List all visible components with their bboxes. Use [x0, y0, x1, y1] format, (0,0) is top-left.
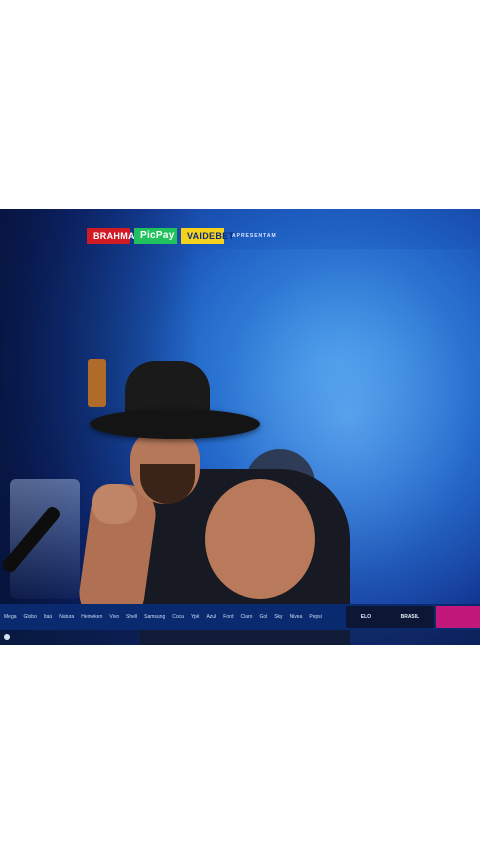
- sponsor-row: BRAHMA PicPay VAIDEBET APRESENTAM: [87, 227, 283, 244]
- performer-shoulder: [205, 479, 315, 599]
- sponsor-picpay: PicPay: [134, 227, 177, 244]
- banner-elo: ELO: [360, 614, 372, 620]
- partner-logo: Samsung: [144, 614, 166, 620]
- sponsor-brahma: BRAHMA: [87, 227, 134, 244]
- video-player[interactable]: BRAHMA PicPay VAIDEBET APRESENTAM Mega G…: [0, 209, 480, 645]
- partner-logo: Gol: [259, 614, 268, 620]
- partner-list: Mega Globo Itaú Natura Heineken Vivo She…: [0, 614, 349, 620]
- performer-hand: [92, 484, 137, 524]
- progress-handle[interactable]: [4, 634, 10, 640]
- cowboy-hat-brim: [90, 409, 260, 439]
- partner-banner: ELO BRASIL: [346, 606, 434, 628]
- partner-logo: Sky: [274, 614, 283, 620]
- sponsor-apresenta: APRESENTAM: [232, 232, 277, 239]
- banner-brasil: BRASIL: [400, 614, 420, 620]
- partner-logo: Itaú: [43, 614, 53, 620]
- partner-logo: Coca: [172, 614, 184, 620]
- partner-logo: Natura: [59, 614, 75, 620]
- stage-lamp: [88, 359, 106, 407]
- partner-logo: Vivo: [109, 614, 119, 620]
- partner-bar: Mega Globo Itaú Natura Heineken Vivo She…: [0, 604, 480, 630]
- partner-logo: Mega: [4, 614, 17, 620]
- partner-logo: Claro: [240, 614, 253, 620]
- sponsor-vaidebet: VAIDEBET: [181, 227, 234, 244]
- partner-logo: Ypê: [190, 614, 200, 620]
- partner-logo: Pepsi: [309, 614, 322, 620]
- video-progress-track[interactable]: [0, 630, 480, 645]
- partner-logo: Globo: [23, 614, 37, 620]
- partner-logo: Shell: [126, 614, 138, 620]
- promo-banner: [436, 606, 480, 628]
- partner-logo: Nivea: [289, 614, 303, 620]
- partner-logo: Azul: [206, 614, 217, 620]
- partner-logo: Heineken: [81, 614, 103, 620]
- partner-logo: Ford: [223, 614, 234, 620]
- stage-equipment: [10, 479, 80, 599]
